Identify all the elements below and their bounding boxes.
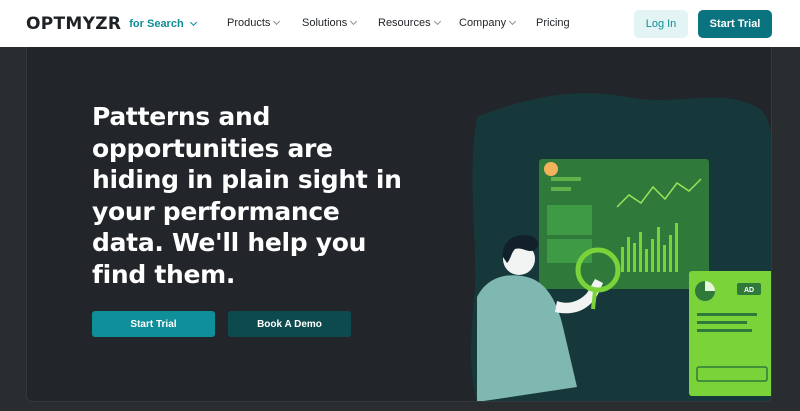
chevron-down-icon: [433, 17, 441, 26]
nav-item-label: Solutions: [302, 17, 348, 29]
dashboard-bar: [551, 187, 571, 191]
magnifier-handle: [591, 290, 597, 310]
nav-item-solutions[interactable]: Solutions: [302, 17, 358, 29]
hero-illustration: AD: [471, 93, 771, 401]
headline-line: hiding in plain sight in: [92, 165, 402, 194]
ad-line: [697, 321, 747, 324]
chart-bar: [639, 232, 642, 272]
headline-line: Patterns and: [92, 102, 271, 131]
nav-item-label: Pricing: [536, 17, 570, 29]
start-trial-button[interactable]: Start Trial: [698, 10, 772, 38]
ad-line: [697, 313, 757, 316]
chart-bar: [663, 245, 666, 272]
headline-line: data. We'll help you: [92, 228, 367, 257]
ad-line: [697, 329, 752, 332]
orange-dot: [544, 162, 558, 176]
chart-bar: [627, 237, 630, 272]
hero-headline: Patterns and opportunities are hiding in…: [92, 101, 412, 290]
hero-start-trial-button[interactable]: Start Trial: [92, 311, 215, 337]
chart-bar: [675, 223, 678, 272]
ad-badge-text: AD: [744, 287, 754, 294]
headline-line: your performance: [92, 196, 340, 226]
chevron-down-icon: [273, 17, 281, 26]
site-header: OPTMYZR for Search Products Solutions Re…: [0, 0, 800, 47]
dashboard-card: [547, 205, 592, 235]
chart-bar: [633, 243, 636, 272]
headline-line: find them.: [92, 259, 236, 289]
nav-item-company[interactable]: Company: [459, 17, 517, 29]
chart-bar: [651, 239, 654, 272]
product-selector[interactable]: for Search: [129, 18, 197, 30]
nav-item-resources[interactable]: Resources: [378, 17, 441, 29]
book-demo-button[interactable]: Book A Demo: [228, 311, 351, 337]
nav-item-label: Company: [459, 17, 507, 29]
login-button[interactable]: Log In: [634, 10, 688, 38]
dashboard-card: [547, 239, 592, 263]
chart-bar: [669, 235, 672, 272]
headline-line: opportunities are: [92, 133, 333, 163]
nav-item-label: Resources: [378, 17, 431, 29]
chart-bar: [645, 249, 648, 272]
product-selector-label: for Search: [129, 18, 184, 30]
nav-item-pricing[interactable]: Pricing: [536, 17, 570, 29]
chevron-down-icon: [350, 17, 358, 26]
chart-bar: [657, 227, 660, 272]
nav-item-label: Products: [227, 17, 271, 29]
chart-bar: [621, 247, 624, 272]
nav-item-products[interactable]: Products: [227, 17, 281, 29]
dashboard-bar: [551, 177, 581, 181]
hero-section: Patterns and opportunities are hiding in…: [26, 47, 772, 402]
logo-wordmark: OPTMYZR: [26, 14, 122, 34]
chevron-down-icon: [509, 17, 517, 26]
logo[interactable]: OPTMYZR for Search: [26, 14, 197, 34]
chevron-down-icon: [189, 18, 197, 27]
